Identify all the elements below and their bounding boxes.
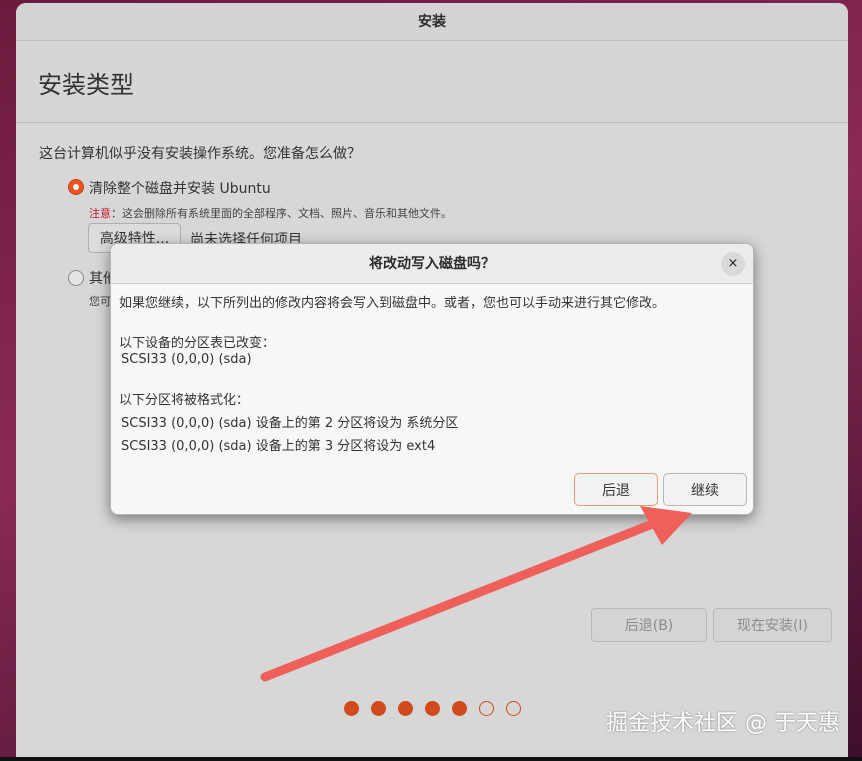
dialog-continue-button[interactable]: 继续	[663, 473, 747, 506]
warning-prefix: 注意	[89, 207, 111, 220]
erase-warning: 注意：这会删除所有系统里面的全部程序、文档、照片、音乐和其他文件。	[89, 205, 452, 221]
format-item: SCSI33 (0,0,0) (sda) 设备上的第 2 分区将设为 系统分区	[121, 416, 459, 431]
progress-dots	[344, 701, 521, 716]
progress-dot	[371, 701, 386, 716]
dialog-title-bar: 将改动写入磁盘吗？ ×	[111, 244, 753, 284]
watermark: 掘金技术社区 @ 于天惠	[606, 711, 840, 736]
something-else-radio[interactable]	[68, 270, 84, 286]
dialog-intro: 如果您继续，以下所列出的修改内容将会写入到磁盘中。或者，您也可以手动来进行其它修…	[119, 296, 666, 311]
progress-dot	[506, 701, 521, 716]
install-question: 这台计算机似乎没有安装操作系统。您准备怎么做？	[39, 146, 361, 162]
page-title: 安装类型	[38, 71, 134, 99]
progress-dot	[425, 701, 440, 716]
bottom-bar	[0, 757, 862, 761]
warning-text: ：这会删除所有系统里面的全部程序、文档、照片、音乐和其他文件。	[111, 207, 452, 220]
progress-dot	[398, 701, 413, 716]
close-icon[interactable]: ×	[721, 252, 745, 276]
progress-dot	[452, 701, 467, 716]
dialog-title: 将改动写入磁盘吗？	[369, 256, 495, 272]
dialog-back-button[interactable]: 后退	[574, 473, 658, 506]
back-button[interactable]: 后退(B)	[591, 608, 707, 642]
erase-disk-label[interactable]: 清除整个磁盘并安装 Ubuntu	[89, 178, 271, 198]
progress-dot	[479, 701, 494, 716]
window-title: 安装	[16, 3, 848, 41]
something-else-description: 您可	[89, 295, 111, 308]
partition-table-header: 以下设备的分区表已改变：	[119, 336, 276, 351]
format-header: 以下分区将被格式化：	[119, 393, 250, 408]
install-now-button[interactable]: 现在安装(I)	[713, 608, 832, 642]
write-changes-dialog: 将改动写入磁盘吗？ × 如果您继续，以下所列出的修改内容将会写入到磁盘中。或者，…	[110, 243, 754, 515]
page-header: 安装类型	[16, 41, 848, 123]
dialog-body: 如果您继续，以下所列出的修改内容将会写入到磁盘中。或者，您也可以手动来进行其它修…	[111, 284, 753, 514]
partition-table-device: SCSI33 (0,0,0) (sda)	[121, 352, 252, 367]
erase-disk-radio[interactable]	[68, 179, 84, 195]
format-item: SCSI33 (0,0,0) (sda) 设备上的第 3 分区将设为 ext4	[121, 439, 436, 454]
progress-dot	[344, 701, 359, 716]
